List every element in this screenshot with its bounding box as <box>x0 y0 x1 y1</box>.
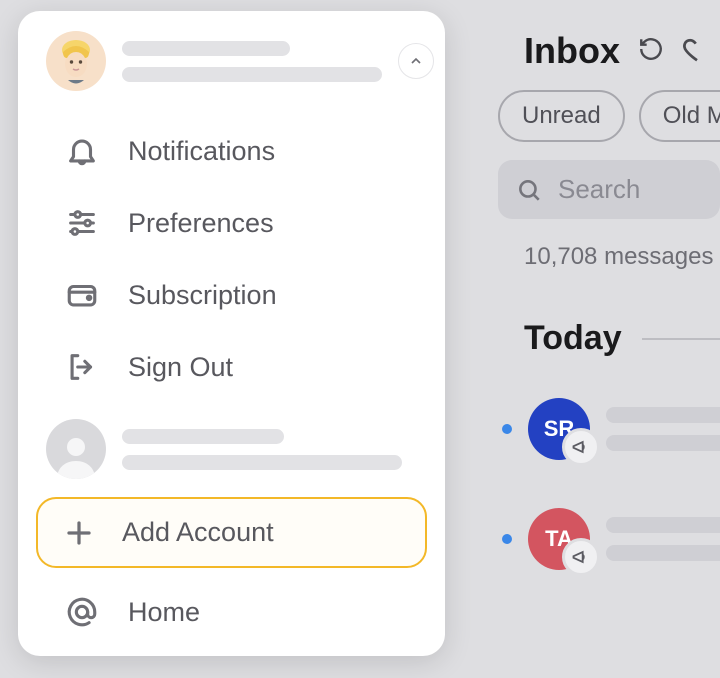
menu-preferences[interactable]: Preferences <box>18 187 445 259</box>
mail-item[interactable]: SR <box>502 398 720 460</box>
user-avatar <box>46 31 106 91</box>
filter-old-mail[interactable]: Old Mail <box>639 90 720 142</box>
mail-preview <box>606 407 720 451</box>
inbox-title: Inbox <box>524 30 620 72</box>
chevron-up-icon <box>408 53 424 69</box>
menu-home[interactable]: Home <box>18 568 445 630</box>
menu-sign-out[interactable]: Sign Out <box>18 331 445 403</box>
sliders-icon <box>64 205 100 241</box>
mail-item[interactable]: TA <box>502 508 720 570</box>
megaphone-icon <box>562 538 600 576</box>
menu-label: Preferences <box>128 208 274 239</box>
menu-label: Home <box>128 597 200 628</box>
secondary-account[interactable] <box>18 419 445 479</box>
section-today-title: Today <box>524 319 622 358</box>
refresh-icon[interactable] <box>638 36 664 67</box>
heart-icon[interactable] <box>682 34 712 69</box>
sender-avatar: TA <box>528 508 590 570</box>
add-account-label: Add Account <box>122 517 274 548</box>
inbox-background: Inbox Unread Old Mail Search 10,708 mess… <box>498 0 720 618</box>
bell-icon <box>64 133 100 169</box>
search-input[interactable]: Search <box>498 160 720 219</box>
sender-avatar: SR <box>528 398 590 460</box>
filter-unread[interactable]: Unread <box>498 90 625 142</box>
mail-preview <box>606 517 720 561</box>
unread-dot <box>502 534 512 544</box>
menu-notifications[interactable]: Notifications <box>18 115 445 187</box>
plus-icon <box>64 518 94 548</box>
menu-label: Subscription <box>128 280 277 311</box>
at-icon <box>64 594 100 630</box>
filter-chips: Unread Old Mail <box>498 90 720 142</box>
message-count: 10,708 messages <box>524 243 720 271</box>
megaphone-icon <box>562 428 600 466</box>
sign-out-icon <box>64 349 100 385</box>
secondary-account-placeholder <box>122 429 402 470</box>
menu-label: Sign Out <box>128 352 233 383</box>
search-icon <box>516 177 542 203</box>
menu-label: Notifications <box>128 136 275 167</box>
section-divider <box>642 338 720 340</box>
add-account-button[interactable]: Add Account <box>36 497 427 568</box>
menu-subscription[interactable]: Subscription <box>18 259 445 331</box>
search-placeholder: Search <box>558 174 640 205</box>
generic-avatar-icon <box>46 419 106 479</box>
unread-dot <box>502 424 512 434</box>
account-dropdown-panel: Notifications Preferences Subscription S… <box>18 11 445 656</box>
collapse-button[interactable] <box>398 43 434 79</box>
wallet-icon <box>64 277 100 313</box>
current-user-header[interactable] <box>18 31 445 91</box>
user-name-placeholder <box>122 41 382 82</box>
